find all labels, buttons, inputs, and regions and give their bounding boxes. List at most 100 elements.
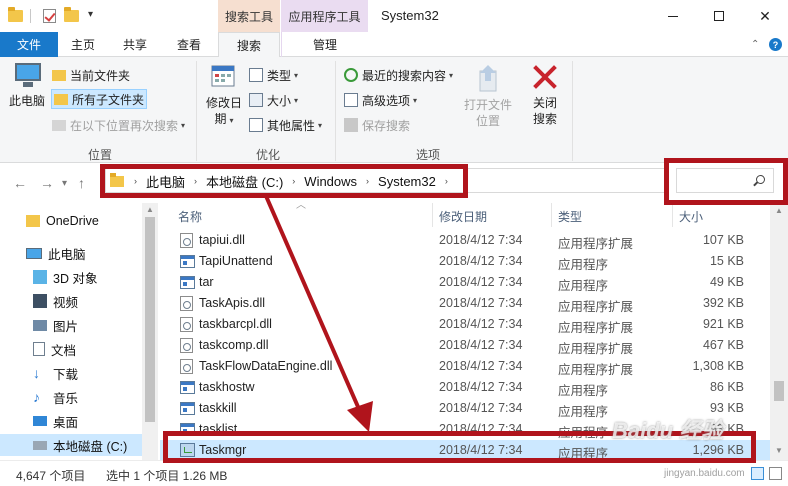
file-name: taskcomp.dll — [199, 338, 269, 352]
forward-arrow-icon[interactable]: → — [40, 175, 54, 191]
collapse-ribbon-icon[interactable]: ⌃ — [751, 39, 759, 50]
cube-icon — [33, 270, 47, 284]
type-icon — [249, 68, 263, 82]
close-search-button[interactable]: 关闭搜索 — [528, 63, 562, 127]
annotation-box-address — [100, 164, 468, 198]
back-arrow-icon[interactable]: ← — [13, 175, 27, 191]
computer-icon — [11, 63, 43, 89]
recent-search-icon — [344, 68, 358, 82]
column-divider[interactable] — [432, 203, 433, 227]
chevron-down-icon: ▾ — [181, 120, 186, 130]
up-arrow-icon[interactable]: ↑ — [78, 175, 85, 191]
table-row[interactable]: TaskApis.dll 2018/4/12 7:34 应用程序扩展 392 KB — [160, 293, 770, 314]
nav-item-pictures[interactable]: 图片 — [0, 314, 158, 336]
column-header-size[interactable]: 大小 — [679, 208, 703, 225]
nav-item-onedrive[interactable]: OneDrive — [0, 210, 158, 232]
nav-item-videos[interactable]: 视频 — [0, 290, 158, 312]
table-row[interactable]: taskcomp.dll 2018/4/12 7:34 应用程序扩展 467 KB — [160, 335, 770, 356]
recent-locations-chevron-icon[interactable]: ▾ — [62, 178, 67, 189]
size-button[interactable]: 大小 ▾ — [249, 90, 298, 110]
folder-icon[interactable] — [6, 7, 24, 25]
nav-item-label: OneDrive — [46, 214, 99, 228]
nav-item-this-pc[interactable]: 此电脑 — [0, 242, 158, 264]
tab-view[interactable]: 查看 — [165, 32, 213, 57]
context-tab-search-tools: 搜索工具 — [218, 0, 280, 32]
advanced-options-label: 高级选项 — [362, 93, 411, 108]
recent-searches-label: 最近的搜索内容 — [362, 68, 447, 83]
column-header-type[interactable]: 类型 — [558, 208, 582, 225]
properties-check-icon[interactable] — [40, 7, 58, 25]
new-folder-icon[interactable] — [62, 7, 80, 25]
other-properties-button[interactable]: 其他属性 ▾ — [249, 115, 322, 135]
table-row[interactable]: tapiui.dll 2018/4/12 7:34 应用程序扩展 107 KB — [160, 230, 770, 251]
table-row[interactable]: taskbarcpl.dll 2018/4/12 7:34 应用程序扩展 921 KB — [160, 314, 770, 335]
sort-ascending-icon: ︿ — [296, 200, 306, 211]
tab-share[interactable]: 共享 — [110, 32, 160, 57]
tab-file[interactable]: 文件 — [0, 32, 58, 57]
file-list-scrollbar[interactable]: ▲ ▼ — [770, 203, 788, 460]
type-button[interactable]: 类型 ▾ — [249, 65, 298, 85]
scroll-up-icon[interactable]: ▲ — [775, 206, 783, 215]
file-name: TapiUnattend — [199, 254, 273, 268]
current-folder-label: 当前文件夹 — [70, 68, 131, 83]
chevron-down-icon: ▾ — [294, 95, 299, 105]
close-search-icon — [531, 63, 559, 91]
minimize-button[interactable] — [650, 0, 696, 32]
file-name: taskbarcpl.dll — [199, 317, 272, 331]
modified-date-button[interactable]: 修改日期 ▾ — [204, 63, 244, 129]
type-label: 类型 — [267, 68, 292, 83]
details-view-icon[interactable] — [751, 467, 764, 480]
table-row[interactable]: TapiUnattend 2018/4/12 7:34 应用程序 15 KB — [160, 251, 770, 272]
save-search-label: 保存搜索 — [362, 118, 411, 133]
divider — [335, 61, 336, 161]
column-divider[interactable] — [551, 203, 552, 227]
music-icon: ♪ — [33, 389, 40, 405]
nav-item-music[interactable]: ♪ 音乐 — [0, 386, 158, 408]
table-row[interactable]: tar 2018/4/12 7:34 应用程序 49 KB — [160, 272, 770, 293]
all-subfolders-button[interactable]: 所有子文件夹 — [51, 89, 148, 109]
nav-item-downloads[interactable]: ↓ 下载 — [0, 362, 158, 384]
search-again-button[interactable]: 在以下位置再次搜索 ▾ — [52, 115, 185, 135]
dll-file-icon — [180, 338, 193, 353]
group-label-options: 选项 — [415, 148, 440, 162]
column-divider[interactable] — [672, 203, 673, 227]
tab-home[interactable]: 主页 — [60, 32, 106, 57]
scroll-up-icon[interactable]: ▲ — [146, 205, 154, 214]
nav-item-documents[interactable]: 文档 — [0, 338, 158, 360]
table-row[interactable]: TaskFlowDataEngine.dll 2018/4/12 7:34 应用程序… — [160, 356, 770, 377]
help-icon[interactable]: ? — [769, 38, 782, 51]
current-folder-button[interactable]: 当前文件夹 — [52, 65, 130, 85]
column-header-name[interactable]: 名称 — [178, 208, 202, 225]
quick-access-dropdown-icon[interactable]: ▾ — [88, 9, 93, 20]
group-label-refine: 优化 — [255, 148, 280, 162]
advanced-options-button[interactable]: 高级选项 ▾ — [344, 90, 417, 110]
scroll-down-icon[interactable]: ▼ — [775, 446, 783, 455]
this-pc-button[interactable]: 此电脑 — [9, 63, 45, 109]
file-date: 2018/4/12 7:34 — [439, 275, 523, 289]
size-icon — [249, 93, 263, 107]
recent-searches-button[interactable]: 最近的搜索内容 ▾ — [344, 65, 453, 85]
save-search-button[interactable]: 保存搜索 — [344, 115, 410, 135]
folder-icon — [26, 215, 40, 227]
file-type: 应用程序 — [558, 384, 609, 398]
scrollbar-thumb[interactable] — [145, 217, 155, 422]
nav-scrollbar[interactable]: ▲ — [142, 203, 158, 460]
tab-search[interactable]: 搜索 — [218, 32, 280, 58]
properties-icon — [249, 118, 263, 132]
scrollbar-thumb[interactable] — [774, 381, 784, 401]
chevron-down-icon: ▾ — [294, 70, 299, 80]
nav-item-desktop[interactable]: 桌面 — [0, 410, 158, 432]
annotation-box-search — [664, 158, 788, 205]
table-row[interactable]: taskhostw 2018/4/12 7:34 应用程序 86 KB — [160, 377, 770, 398]
nav-item-3d-objects[interactable]: 3D 对象 — [0, 266, 158, 288]
maximize-button[interactable] — [696, 0, 742, 32]
nav-item-local-disk[interactable]: 本地磁盘 (C:) — [0, 434, 158, 456]
nav-item-label: 桌面 — [53, 415, 79, 430]
open-file-location-button[interactable]: 打开文件位置 — [462, 63, 514, 129]
tab-manage[interactable]: 管理 — [281, 32, 368, 57]
application-icon — [180, 381, 195, 394]
nav-item-label: 本地磁盘 (C:) — [53, 439, 128, 454]
column-header-date[interactable]: 修改日期 — [439, 208, 487, 225]
close-button[interactable]: ✕ — [742, 0, 788, 32]
large-icons-view-icon[interactable] — [769, 467, 782, 480]
